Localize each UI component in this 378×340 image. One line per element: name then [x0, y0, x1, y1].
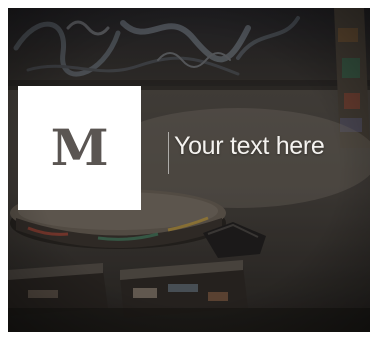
- image-frame: M Your text here: [0, 0, 378, 340]
- logo-box: M: [18, 86, 141, 210]
- caption-divider: [168, 132, 169, 174]
- medium-logo-icon: M: [50, 118, 109, 177]
- caption-text: Your text here: [174, 132, 325, 160]
